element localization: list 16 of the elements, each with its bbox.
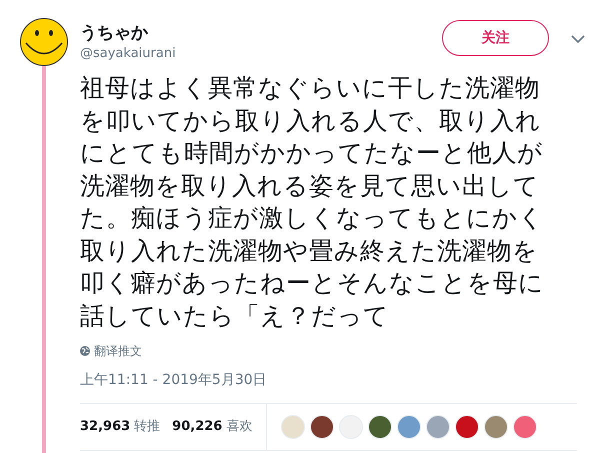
author-name[interactable]: うちゃか bbox=[80, 21, 176, 45]
stat-count[interactable]: 32,963 bbox=[80, 419, 130, 434]
timestamp[interactable]: 上午11:11 - 2019年5月30日 bbox=[80, 370, 577, 391]
user-avatar[interactable] bbox=[368, 415, 392, 439]
smiley-avatar bbox=[20, 18, 68, 66]
stat-count[interactable]: 90,226 bbox=[172, 419, 222, 434]
user-avatar[interactable] bbox=[310, 415, 334, 439]
tweet-text: 祖母はよく異常なぐらいに干した洗濯物を叩いてから取り入れる人で、取り入れにとても時間がかかってたなーと他人が洗濯物を取り入れる姿を見て思い出してた。痴ほう症が激しくなってもとにかく取り入れた洗濯物や畳み終えた洗濯物を叩く癖があったねーとそんなことを母に話していたら「え？だって bbox=[80, 72, 545, 332]
author-handle[interactable]: @sayakaiurani bbox=[80, 45, 176, 63]
user-avatar[interactable] bbox=[455, 415, 480, 439]
stat-label[interactable]: 转推 bbox=[134, 419, 160, 434]
chevron-down-icon[interactable] bbox=[571, 35, 585, 43]
stat-label[interactable]: 喜欢 bbox=[226, 419, 252, 434]
globe-icon bbox=[80, 346, 90, 356]
translate-tweet-link[interactable]: 翻译推文 bbox=[94, 342, 142, 360]
follow-button[interactable]: 关注 bbox=[442, 20, 549, 56]
